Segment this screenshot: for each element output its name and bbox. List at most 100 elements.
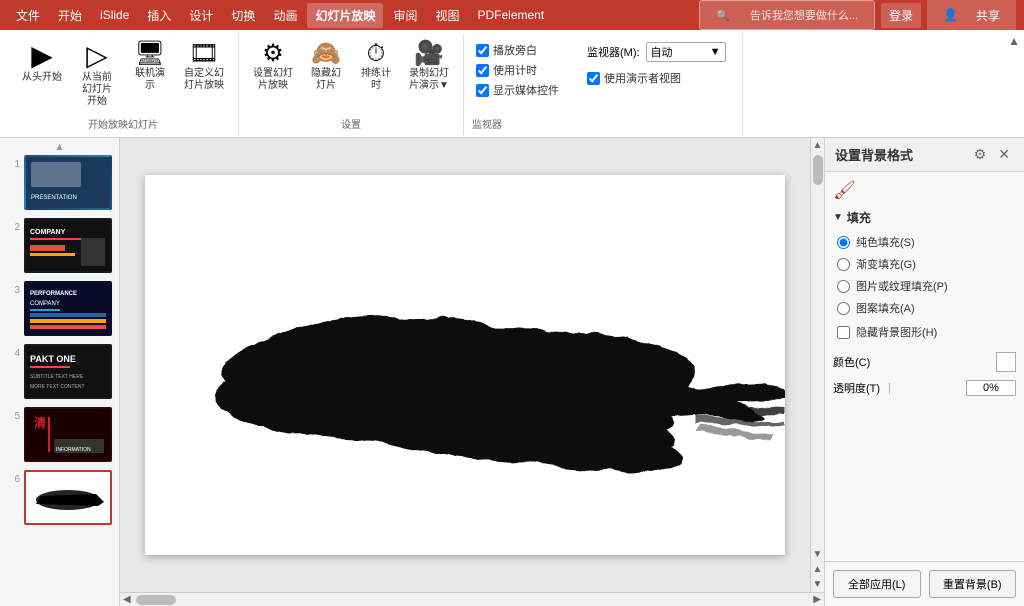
panel-icon-area: 🖌 (833, 180, 1016, 201)
ribbon-btn-custom[interactable]: 🎞 自定义幻灯片放映 (178, 38, 230, 96)
hide-bg-checkbox[interactable] (837, 326, 850, 339)
slide-content (120, 138, 810, 592)
monitor-value: 自动 (651, 44, 673, 60)
custom-icon: 🎞 (189, 42, 219, 66)
fill-collapse-arrow[interactable]: ▼ (833, 212, 843, 223)
slide-img-1[interactable]: PRESENTATION (24, 155, 112, 210)
monitor-label: 监视器(M): (587, 44, 640, 60)
menu-file[interactable]: 文件 (8, 3, 48, 28)
from-start-label: 从头开始 (22, 72, 62, 84)
scroll-up-btn[interactable]: ▲ (4, 142, 115, 153)
reset-bg-button[interactable]: 重置背景(B) (929, 570, 1017, 598)
main-area: ▲ 1 PRESENTATION 2 COMPANY (0, 138, 1024, 606)
timing-checkbox[interactable] (476, 64, 489, 77)
menu-transition[interactable]: 切换 (223, 3, 263, 28)
color-label: 颜色(C) (833, 354, 870, 370)
scroll-thumb[interactable] (813, 155, 823, 185)
transparency-pipe: | (888, 382, 891, 394)
presenter-view-checkbox[interactable]: 使用演示者视图 (587, 70, 726, 86)
controls-label: 显示媒体控件 (493, 82, 559, 98)
fill-pattern-radio[interactable] (837, 302, 850, 315)
play-current-icon: ▷ (86, 42, 108, 70)
scroll-down-arrow[interactable]: ▼ (811, 547, 824, 562)
fill-gradient-radio[interactable] (837, 258, 850, 271)
menu-home[interactable]: 开始 (50, 3, 90, 28)
fill-solid-radio[interactable] (837, 236, 850, 249)
hide-label: 隐藏幻灯片 (309, 68, 343, 92)
hide-bg-label: 隐藏背景图形(H) (856, 324, 937, 340)
transparency-row: 透明度(T) | (833, 380, 1016, 396)
transparency-input[interactable] (966, 380, 1016, 396)
svg-text:COMPANY: COMPANY (30, 229, 66, 236)
slide-thumb-2[interactable]: 2 COMPANY (4, 216, 115, 275)
scroll-up-arrow[interactable]: ▲ (811, 138, 824, 153)
person-icon: 👤 (935, 4, 966, 26)
h-scroll-track[interactable] (134, 593, 811, 606)
menu-insert[interactable]: 插入 (139, 3, 179, 28)
checkbox-use-timing[interactable]: 使用计时 (476, 62, 559, 78)
nav-next-arrow[interactable]: ▼ (811, 577, 825, 592)
ribbon-btn-record[interactable]: 🎥 录制幻灯片演示▼ (403, 38, 455, 96)
ribbon-btn-online[interactable]: 🖥 联机演示 (126, 38, 174, 96)
horizontal-scrollbar: ◀ ▶ (120, 592, 824, 606)
share-button[interactable]: 👤 共享 (927, 0, 1016, 32)
slides-panel: ▲ 1 PRESENTATION 2 COMPANY (0, 138, 120, 606)
ribbon-collapse-btn[interactable]: ▲ (1008, 34, 1020, 48)
fill-gradient-option[interactable]: 渐变填充(G) (837, 256, 1016, 272)
menu-pdf[interactable]: PDFelement (470, 4, 553, 26)
login-button[interactable]: 登录 (881, 3, 921, 28)
slide1-content: PRESENTATION (26, 157, 110, 208)
ribbon-btn-from-current[interactable]: ▷ 从当前幻灯片开始 (72, 38, 122, 112)
search-icon: 🔍 (708, 5, 738, 26)
menu-design[interactable]: 设计 (181, 3, 221, 28)
ribbon-btn-from-start[interactable]: ▶ 从头开始 (16, 38, 68, 88)
fill-solid-option[interactable]: 纯色填充(S) (837, 234, 1016, 250)
slide-img-5[interactable]: 清 INFORMATION (24, 407, 112, 462)
brush-stroke-svg (145, 175, 785, 555)
slide-thumb-5[interactable]: 5 清 INFORMATION (4, 405, 115, 464)
slide-thumb-1[interactable]: 1 PRESENTATION (4, 153, 115, 212)
right-panel-header: 设置背景格式 ⚙ ✕ (825, 138, 1024, 172)
narration-checkbox[interactable] (476, 44, 489, 57)
slide-num-6: 6 (6, 474, 20, 485)
ribbon-btn-setup[interactable]: ⚙ 设置幻灯片放映 (247, 38, 299, 96)
ribbon-btn-timing[interactable]: ⏱ 排练计时 (353, 38, 399, 96)
slide-num-4: 4 (6, 348, 20, 359)
play-from-start-icon: ▶ (31, 42, 53, 70)
search-box[interactable]: 🔍 告诉我您想要做什么... (699, 0, 875, 30)
menu-islide[interactable]: iSlide (92, 4, 137, 26)
monitor-section: 监视器(M): 自动 ▼ 使用演示者视图 (579, 38, 734, 112)
svg-text:PAKT ONE: PAKT ONE (30, 354, 76, 364)
color-picker[interactable] (996, 352, 1016, 372)
panel-close-btn[interactable]: ✕ (994, 144, 1014, 165)
menu-view[interactable]: 视图 (427, 3, 467, 28)
apply-all-button[interactable]: 全部应用(L) (833, 570, 921, 598)
fill-picture-option[interactable]: 图片或纹理填充(P) (837, 278, 1016, 294)
ribbon-btn-hide[interactable]: 🙈 隐藏幻灯片 (303, 38, 349, 96)
slide-img-2[interactable]: COMPANY (24, 218, 112, 273)
slide-img-4[interactable]: PAKT ONE SUBTITLE TEXT HERE MORE TEXT CO… (24, 344, 112, 399)
scroll-track[interactable] (811, 153, 824, 547)
slide3-content: PERFORMANCE COMPANY (26, 283, 110, 334)
slide-img-3[interactable]: PERFORMANCE COMPANY (24, 281, 112, 336)
menu-slideshow[interactable]: 幻灯片放映 (307, 3, 383, 28)
h-scroll-thumb[interactable] (136, 595, 176, 605)
presenter-view-input[interactable] (587, 72, 600, 85)
fill-pattern-option[interactable]: 图案填充(A) (837, 300, 1016, 316)
slide-thumb-6[interactable]: 6 (4, 468, 115, 527)
controls-checkbox[interactable] (476, 84, 489, 97)
fill-pattern-label: 图案填充(A) (856, 300, 915, 316)
slide5-content: 清 INFORMATION (26, 409, 110, 460)
monitor-select[interactable]: 自动 ▼ (646, 42, 726, 62)
slide-thumb-4[interactable]: 4 PAKT ONE SUBTITLE TEXT HERE MORE TEXT … (4, 342, 115, 401)
menu-animation[interactable]: 动画 (265, 3, 305, 28)
nav-prev-arrow[interactable]: ▲ (811, 562, 825, 577)
menu-review[interactable]: 审阅 (385, 3, 425, 28)
slide-thumb-3[interactable]: 3 PERFORMANCE COMPANY (4, 279, 115, 338)
panel-settings-btn[interactable]: ⚙ (970, 144, 991, 165)
checkbox-play-narration[interactable]: 播放旁白 (476, 42, 559, 58)
fill-picture-radio[interactable] (837, 280, 850, 293)
slide-img-6[interactable] (24, 470, 112, 525)
checkbox-show-controls[interactable]: 显示媒体控件 (476, 82, 559, 98)
hide-bg-option[interactable]: 隐藏背景图形(H) (833, 324, 1016, 340)
